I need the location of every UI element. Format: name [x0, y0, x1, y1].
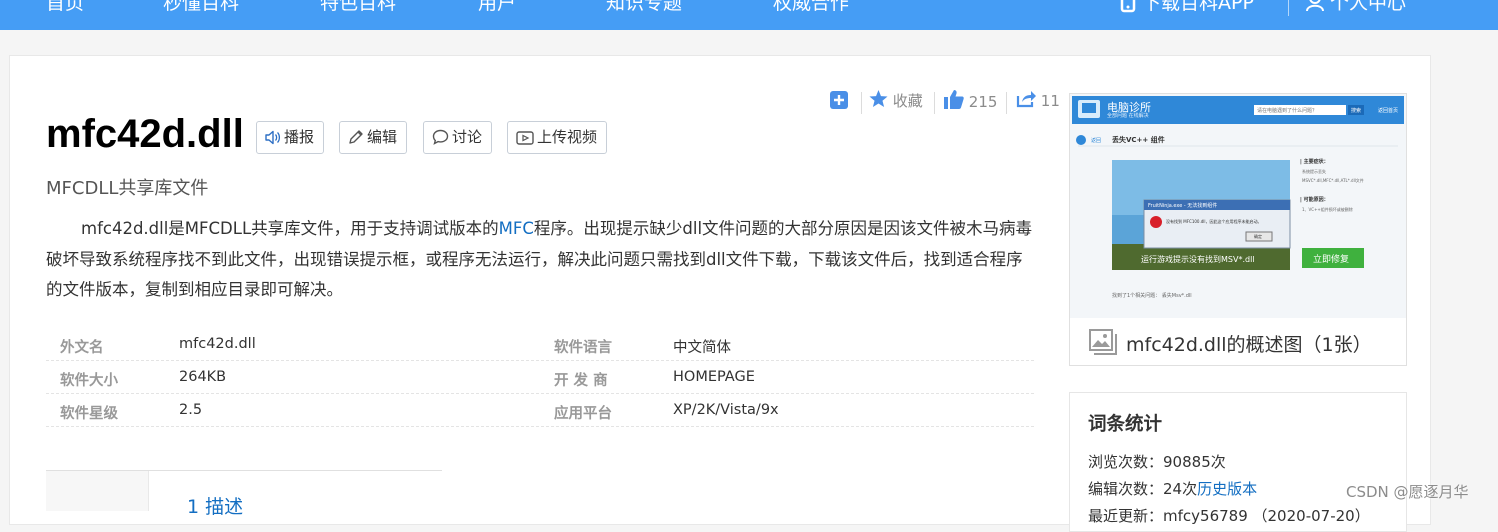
personal-center-link[interactable]: 个人中心	[1306, 0, 1406, 18]
last-update-line: 最近更新：mfcy56789 （2020-07-20）	[1088, 505, 1370, 526]
like-button[interactable]: 215	[944, 90, 997, 111]
info-row: 外文名 mfc42d.dll 软件语言 中文简体	[46, 328, 1034, 361]
nav-home[interactable]: 首页	[46, 0, 84, 18]
views-value: 90885次	[1163, 453, 1226, 471]
info-value: XP/2K/Vista/9x	[673, 402, 779, 418]
favorite-label: 收藏	[892, 92, 923, 110]
image-caption: 运行游戏提示没有找到MSV*.dll	[1141, 255, 1255, 264]
dialog-message: 没有找到 MFC100.dll，因此这个应用程序未能启动。	[1166, 219, 1262, 224]
catalog-sidebar	[46, 471, 149, 511]
edits-label: 编辑次数：	[1088, 480, 1164, 498]
upload-video-label: 上传视频	[537, 128, 598, 146]
bottom-note: 找到了1个相关问题： 丢失Msv*.dll	[1112, 293, 1192, 299]
edits-line: 编辑次数：24次历史版本	[1088, 478, 1257, 499]
download-app-label: 下载百科APP	[1142, 0, 1254, 14]
info-label: 软件星级	[60, 406, 118, 422]
views-label: 浏览次数：	[1088, 453, 1164, 471]
symptom-line: MSVC*.dll,MFC*.dll,ATL*.dll文件	[1302, 178, 1364, 183]
like-count: 215	[968, 93, 998, 111]
entry-title: mfc42d.dll	[46, 112, 244, 156]
discuss-button[interactable]: 讨论	[423, 121, 493, 154]
speaker-icon	[265, 130, 281, 145]
page-heading: 丢失VC++ 组件	[1112, 136, 1165, 144]
summary-image[interactable]: 电脑诊所 全部问题 在线解决 请在电脑遇到了什么问题？ 搜索 返回首页 返回 丢…	[1070, 94, 1406, 318]
cause-title: | 可能原因：	[1300, 197, 1329, 203]
watermark: CSDN @愿逐月华	[1346, 483, 1469, 501]
description-text-1: mfc42d.dll是MFCDLL共享库文件，用于支持调试版本的	[81, 219, 499, 238]
share-icon	[1016, 91, 1036, 108]
screenshot-illustration	[1070, 94, 1406, 318]
stats-divider	[861, 92, 862, 114]
back-link: 返回	[1091, 138, 1102, 144]
catalog-item[interactable]: 1 描述	[187, 492, 243, 519]
pencil-icon	[349, 130, 363, 144]
edit-label: 编辑	[367, 128, 398, 146]
info-value: 2.5	[179, 402, 203, 418]
entry-subtitle: MFCDLL共享库文件	[46, 178, 209, 199]
info-label: 外文名	[60, 340, 104, 356]
dialog-title: FruitNinja.exe - 无法找到组件	[1148, 203, 1218, 209]
thumbs-up-icon	[944, 90, 964, 109]
upload-video-button[interactable]: 上传视频	[507, 121, 608, 154]
top-nav: 首页 秒懂百科 特色百科 用户 知识专题 权威合作 下载百科APP 个人中心	[0, 0, 1498, 30]
last-update-value: mfcy56789 （2020-07-20）	[1163, 507, 1370, 525]
chat-bubble-icon	[432, 129, 449, 145]
info-label: 软件语言	[554, 340, 612, 356]
album-icon	[1089, 329, 1117, 355]
download-app-link[interactable]: 下载百科APP	[1120, 0, 1254, 18]
mfc-link[interactable]: MFC	[499, 219, 534, 238]
broadcast-button[interactable]: 播报	[256, 121, 325, 154]
nav-featured[interactable]: 特色百科	[320, 0, 396, 18]
last-update-label: 最近更新：	[1088, 507, 1164, 525]
add-icon[interactable]	[830, 91, 848, 109]
personal-center-label: 个人中心	[1330, 0, 1407, 14]
cause-line: 1、VC++组件损坏或被删除	[1302, 207, 1353, 212]
broadcast-label: 播报	[284, 128, 315, 146]
share-count: 11	[1040, 92, 1060, 110]
statistics-title: 词条统计	[1088, 414, 1163, 435]
nav-divider	[1288, 0, 1289, 16]
search-placeholder: 请在电脑遇到了什么问题？	[1257, 108, 1318, 114]
summary-picture[interactable]: 电脑诊所 全部问题 在线解决 请在电脑遇到了什么问题？ 搜索 返回首页 返回 丢…	[1069, 93, 1407, 366]
info-value: 中文简体	[673, 340, 731, 356]
views-line: 浏览次数：90885次	[1088, 451, 1226, 472]
edits-value: 24次	[1163, 480, 1198, 498]
history-link[interactable]: 历史版本	[1197, 480, 1257, 498]
info-label: 开 发 商	[554, 373, 608, 389]
entry-statistics: 词条统计 浏览次数：90885次 编辑次数：24次历史版本 最近更新：mfcy5…	[1069, 392, 1407, 532]
dialog-ok: 确定	[1254, 234, 1262, 239]
nav-cooperation[interactable]: 权威合作	[773, 0, 849, 18]
nav-miaodong[interactable]: 秒懂百科	[163, 0, 239, 18]
phone-icon	[1120, 0, 1136, 13]
info-value: HOMEPAGE	[673, 369, 755, 385]
nav-topics[interactable]: 知识专题	[606, 0, 682, 18]
summary-caption[interactable]: mfc42d.dll的概述图（1张）	[1126, 330, 1372, 357]
discuss-label: 讨论	[452, 128, 483, 146]
info-row: 软件大小 264KB 开 发 商 HOMEPAGE	[46, 361, 1034, 394]
edit-button[interactable]: 编辑	[339, 121, 408, 154]
user-icon	[1306, 0, 1324, 12]
star-icon	[869, 90, 888, 108]
entry-description: mfc42d.dll是MFCDLL共享库文件，用于支持调试版本的MFC程序。出现…	[46, 214, 1036, 306]
stats-divider	[934, 92, 935, 114]
symptom-title: | 主要症状：	[1300, 159, 1329, 165]
info-row: 软件星级 2.5 应用平台 XP/2K/Vista/9x	[46, 394, 1034, 427]
fix-button: 立即修复	[1313, 255, 1350, 265]
info-value: mfc42d.dll	[179, 336, 256, 352]
info-label: 软件大小	[60, 373, 118, 389]
search-button: 搜索	[1351, 108, 1362, 114]
info-value: 264KB	[179, 369, 227, 385]
app-subname: 全部问题 在线解决	[1107, 113, 1149, 119]
favorite-button[interactable]: 收藏	[869, 90, 923, 111]
nav-users[interactable]: 用户	[478, 0, 516, 18]
home-link: 返回首页	[1378, 108, 1399, 114]
symptom-line: 系统提示丢失	[1302, 169, 1326, 174]
share-button[interactable]: 11	[1016, 90, 1060, 110]
stats-divider	[1006, 92, 1007, 114]
info-label: 应用平台	[554, 406, 612, 422]
video-icon	[516, 131, 534, 145]
